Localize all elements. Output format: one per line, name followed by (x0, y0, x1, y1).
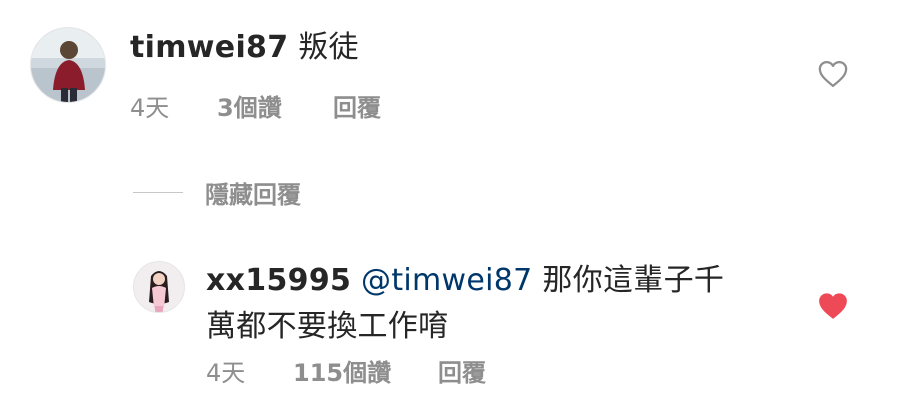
reply-text-line-1: 那你這輩子千 (542, 263, 725, 298)
divider-line (133, 191, 183, 193)
reply-username[interactable]: xx15995 (206, 263, 351, 298)
comment-username[interactable]: timwei87 (130, 30, 288, 65)
reply-body: xx15995 @timwei87 那你這輩子千 萬都不要換工作唷 (206, 258, 766, 350)
comment-body: timwei87 叛徒 (130, 25, 359, 71)
comment-like-count[interactable]: 3個讚 (217, 88, 282, 123)
hide-replies-button[interactable]: 隱藏回覆 (133, 172, 301, 212)
avatar-photo-icon (31, 28, 105, 102)
like-button[interactable] (818, 60, 848, 88)
reply-text-line-2: 萬都不要換工作唷 (206, 309, 449, 344)
comment-reply-button[interactable]: 回覆 (333, 88, 381, 123)
reply-meta: 4天 115個讚 回覆 (206, 353, 606, 388)
hide-replies-label: 隱藏回覆 (205, 180, 301, 209)
comment-meta: 4天 3個讚 回覆 (130, 88, 530, 123)
heart-outline-icon (818, 61, 848, 87)
reply-line-1: xx15995 @timwei87 那你這輩子千 (206, 258, 766, 304)
avatar[interactable] (30, 27, 106, 103)
reply-mention-link[interactable]: @timwei87 (361, 263, 533, 298)
reply-reply-button[interactable]: 回覆 (438, 353, 486, 388)
heart-filled-icon (819, 293, 847, 319)
reply-like-button[interactable] (818, 292, 848, 320)
reply-comment-item: xx15995 @timwei87 那你這輩子千 萬都不要換工作唷 4天 115… (0, 240, 900, 419)
comment-timestamp[interactable]: 4天 (130, 88, 169, 123)
comment-text: 叛徒 (298, 30, 359, 65)
reply-like-count[interactable]: 115個讚 (293, 353, 391, 388)
comment-item: timwei87 叛徒 4天 3個讚 回覆 (0, 0, 900, 150)
avatar-photo-icon (134, 262, 184, 312)
reply-avatar[interactable] (133, 261, 185, 313)
reply-timestamp[interactable]: 4天 (206, 353, 245, 388)
